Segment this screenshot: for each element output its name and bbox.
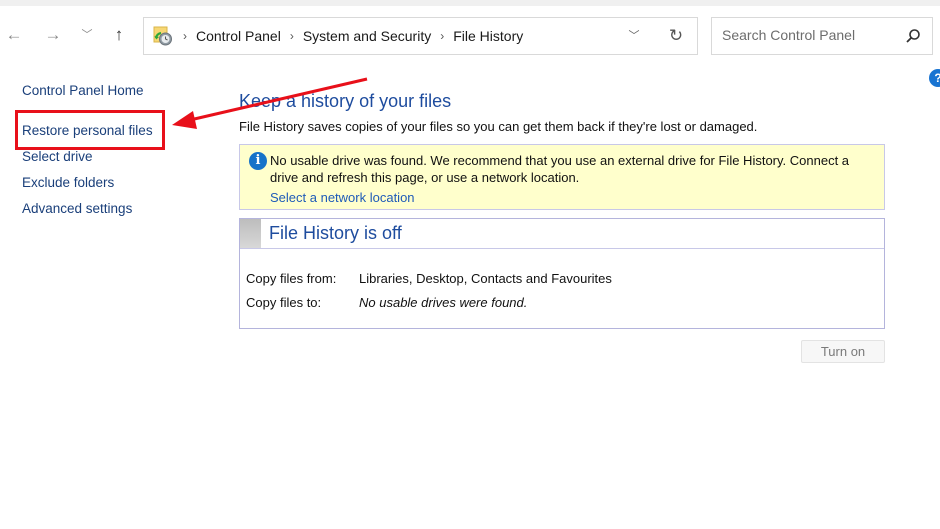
arrow-left-icon: ←	[5, 25, 23, 44]
help-icon[interactable]: ?	[929, 69, 940, 87]
chevron-down-icon: ﹀	[628, 30, 640, 42]
breadcrumb-control-panel[interactable]: Control Panel	[196, 28, 281, 44]
status-title: File History is off	[269, 223, 402, 243]
breadcrumb: › Control Panel › System and Security › …	[178, 18, 523, 54]
info-bar: i No usable drive was found. We recommen…	[239, 144, 885, 210]
breadcrumb-separator[interactable]: ›	[290, 29, 294, 43]
file-history-icon	[153, 26, 172, 46]
status-indicator	[240, 219, 261, 248]
back-button[interactable]: ←	[3, 24, 25, 46]
annotation-highlight-box	[15, 110, 165, 150]
copy-files-from-label: Copy files from:	[246, 271, 337, 286]
search-icon[interactable]	[904, 27, 922, 45]
info-message: No usable drive was found. We recommend …	[270, 153, 850, 185]
copy-files-to-label: Copy files to:	[246, 295, 322, 310]
up-button[interactable]: ↑	[108, 24, 130, 46]
sidebar-item-exclude-folders[interactable]: Exclude folders	[22, 174, 153, 200]
refresh-icon: ↻	[668, 26, 684, 45]
breadcrumb-file-history[interactable]: File History	[453, 28, 523, 44]
status-panel: File History is off Copy files from: Libr…	[239, 218, 885, 329]
breadcrumb-separator[interactable]: ›	[440, 29, 444, 43]
select-network-location-link[interactable]: Select a network location	[270, 190, 415, 205]
breadcrumb-system-and-security[interactable]: System and Security	[303, 28, 431, 44]
recent-locations-button[interactable]: ﹀	[76, 24, 98, 46]
arrow-right-icon: →	[44, 25, 62, 44]
search-input[interactable]: Search Control Panel	[711, 17, 933, 55]
address-bar[interactable]: › Control Panel › System and Security › …	[143, 17, 698, 55]
copy-files-to-row: Copy files to: No usable drives were foun…	[246, 295, 527, 310]
copy-files-from-row: Copy files from: Libraries, Desktop, Cont…	[246, 271, 612, 286]
annotation-arrow-head	[172, 111, 197, 129]
page-description: File History saves copies of your files …	[239, 119, 758, 134]
turn-on-button[interactable]: Turn on	[801, 340, 885, 363]
breadcrumb-separator[interactable]: ›	[183, 29, 187, 43]
main-content: Keep a history of your files File Histor…	[239, 88, 885, 363]
sidebar-item-select-drive[interactable]: Select drive	[22, 148, 153, 174]
forward-button[interactable]: →	[42, 24, 64, 46]
sidebar-item-advanced-settings[interactable]: Advanced settings	[22, 200, 153, 226]
arrow-up-icon: ↑	[114, 25, 124, 44]
address-dropdown-button[interactable]: ﹀	[625, 26, 643, 46]
window-top-strip	[0, 0, 940, 6]
copy-files-from-value: Libraries, Desktop, Contacts and Favouri…	[359, 271, 612, 286]
copy-files-to-value: No usable drives were found.	[359, 295, 528, 310]
info-icon: i	[249, 152, 267, 170]
refresh-button[interactable]: ↻	[665, 25, 687, 47]
chevron-down-icon: ﹀	[81, 29, 93, 41]
sidebar: Control Panel Home Restore personal file…	[22, 82, 153, 226]
page-title: Keep a history of your files	[239, 91, 452, 111]
status-header: File History is off	[240, 219, 884, 249]
search-placeholder: Search Control Panel	[722, 27, 856, 43]
